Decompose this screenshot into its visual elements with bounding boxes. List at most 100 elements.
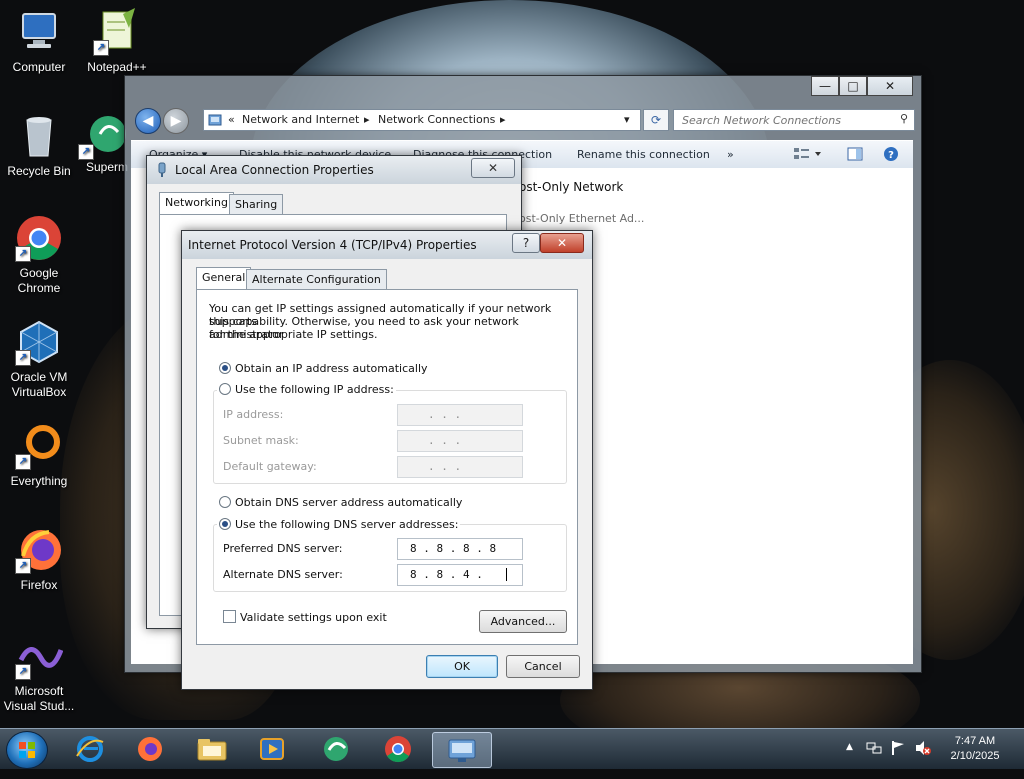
search-box: ⚲ [673, 109, 915, 131]
desktop-icon-firefox[interactable]: ↗ Firefox [0, 526, 78, 593]
forward-arrow-icon: ▶ [170, 113, 182, 129]
desktop-icon-label-line2: VirtualBox [11, 385, 67, 399]
chrome-icon [385, 736, 411, 763]
address-dropdown-icon[interactable]: ▾ [624, 113, 630, 126]
rename-connection-button[interactable]: Rename this connection [577, 148, 710, 161]
subnet-mask-label: Subnet mask: [223, 434, 299, 447]
desktop-icon-label: Microsoft [14, 684, 64, 698]
breadcrumb-network-and-internet[interactable]: Network and Internet [242, 113, 359, 126]
virtualbox-icon: ↗ [15, 318, 63, 366]
tray-volume-muted-icon[interactable] [914, 740, 932, 759]
tab-sharing[interactable]: Sharing [229, 194, 284, 215]
desktop-icon-recycle-bin[interactable]: Recycle Bin [0, 112, 78, 179]
folder-icon [197, 739, 227, 761]
taskbar-network-connections[interactable] [432, 732, 492, 768]
desktop-icon-computer[interactable]: Computer [0, 8, 78, 75]
address-bar[interactable]: « Network and Internet ▸ Network Connect… [203, 109, 641, 131]
clock-time: 7:47 AM [954, 735, 996, 747]
use-following-dns-radio[interactable]: Use the following DNS server addresses: [217, 518, 461, 531]
desktop-icon-visual-studio[interactable]: ↗ Microsoft Visual Stud... [0, 632, 78, 714]
connection-item-adapter[interactable]: ost-Only Ethernet Ad... [519, 212, 644, 225]
show-hidden-icons-button[interactable]: ▲ [846, 742, 853, 752]
breadcrumb-network-connections[interactable]: Network Connections [378, 113, 495, 126]
intro-text-line-3: for the appropriate IP settings. [209, 328, 378, 341]
radio-unselected-icon [219, 496, 231, 508]
desktop-icon-notepadpp[interactable]: ↗ Notepad++ [78, 8, 156, 75]
clock-date: 2/10/2025 [950, 750, 1000, 762]
use-following-ip-radio[interactable]: Use the following IP address: [217, 383, 396, 396]
desktop-icon-label: Google [19, 266, 59, 280]
breadcrumb-overflow[interactable]: « [228, 113, 235, 126]
alternate-dns-field[interactable]: 8 . 8 . 4 . [397, 564, 523, 586]
desktop-icon-label: Firefox [20, 578, 58, 592]
desktop-icon-label-line2: Chrome [17, 281, 61, 295]
search-input[interactable] [680, 110, 889, 130]
subnet-mask-field[interactable]: . . . [397, 430, 523, 452]
minimize-button[interactable]: — [811, 76, 839, 96]
desktop-icon-label: Notepad++ [87, 60, 147, 74]
tab-alternate-configuration[interactable]: Alternate Configuration [246, 269, 387, 290]
desktop-icon-everything[interactable]: ↗ Everything [0, 422, 78, 489]
refresh-icon: ⟳ [650, 113, 662, 127]
help-icon[interactable]: ? [883, 146, 899, 165]
back-button[interactable]: ◀ [135, 108, 161, 134]
cancel-button[interactable]: Cancel [506, 655, 580, 678]
tray-network-icon[interactable] [866, 740, 882, 759]
chrome-icon: ↗ [15, 214, 63, 262]
preview-pane-icon[interactable] [847, 146, 863, 165]
desktop-icon-virtualbox[interactable]: ↗ Oracle VM VirtualBox [0, 318, 78, 400]
maximize-button[interactable]: □ [839, 76, 867, 96]
preferred-dns-label: Preferred DNS server: [223, 542, 343, 555]
network-adapter-icon [155, 162, 169, 181]
shortcut-arrow-icon: ↗ [15, 454, 31, 470]
desktop-icon-label: Everything [10, 474, 68, 488]
tray-action-center-flag-icon[interactable] [890, 740, 906, 759]
more-commands-button[interactable]: » [727, 148, 734, 161]
obtain-dns-auto-radio[interactable]: Obtain DNS server address automatically [219, 496, 462, 509]
taskbar-superm[interactable] [316, 732, 356, 766]
desktop-icon-label-line2: Visual Stud... [3, 699, 75, 713]
connection-item-name[interactable]: ost-Only Network [519, 180, 623, 194]
ip-address-label: IP address: [223, 408, 284, 421]
default-gateway-field[interactable]: . . . [397, 456, 523, 478]
forward-button[interactable]: ▶ [163, 108, 189, 134]
taskbar-media-player[interactable] [252, 732, 292, 766]
checkbox-unchecked-icon [223, 610, 236, 623]
advanced-button[interactable]: Advanced... [479, 610, 567, 633]
refresh-button[interactable]: ⟳ [643, 109, 669, 131]
taskbar-internet-explorer[interactable] [70, 732, 110, 766]
start-button[interactable] [6, 731, 48, 769]
ipv4-properties-dialog: Internet Protocol Version 4 (TCP/IPv4) P… [181, 230, 593, 690]
obtain-ip-auto-radio[interactable]: Obtain an IP address automatically [219, 362, 428, 375]
tab-networking[interactable]: Networking [159, 192, 234, 215]
preferred-dns-field[interactable]: 8 . 8 . 8 . 8 [397, 538, 523, 560]
navigation-bar: ◀ ▶ « Network and Internet ▸ Network Con… [131, 106, 915, 134]
taskbar-firefox[interactable] [130, 732, 170, 766]
dialog-title: Local Area Connection Properties [175, 163, 374, 177]
system-clock[interactable]: 7:47 AM 2/10/2025 [940, 734, 1010, 764]
validate-settings-checkbox[interactable]: Validate settings upon exit [223, 610, 387, 624]
breadcrumb-separator[interactable]: ▸ [364, 113, 370, 126]
ip-address-field[interactable]: . . . [397, 404, 523, 426]
desktop-icon-google-chrome[interactable]: ↗ Google Chrome [0, 214, 78, 296]
taskbar-chrome[interactable] [378, 732, 418, 766]
firefox-icon [138, 737, 162, 761]
obtain-ip-auto-label: Obtain an IP address automatically [235, 362, 428, 375]
text-cursor [506, 568, 507, 581]
breadcrumb-separator[interactable]: ▸ [500, 113, 506, 126]
ok-button[interactable]: OK [426, 655, 498, 678]
network-connections-icon [448, 739, 476, 762]
shortcut-arrow-icon: ↗ [93, 40, 109, 56]
view-options-icon[interactable] [793, 146, 823, 165]
taskbar-file-explorer[interactable] [192, 732, 232, 766]
tab-general[interactable]: General [196, 267, 252, 290]
use-following-ip-label: Use the following IP address: [235, 383, 394, 396]
close-button[interactable]: ✕ [867, 76, 913, 96]
help-button[interactable]: ? [512, 233, 540, 253]
close-button[interactable]: ✕ [540, 233, 584, 253]
close-button[interactable]: ✕ [471, 158, 515, 178]
alternate-dns-label: Alternate DNS server: [223, 568, 343, 581]
search-icon[interactable]: ⚲ [900, 112, 908, 125]
back-arrow-icon: ◀ [142, 113, 154, 129]
radio-selected-icon [219, 518, 231, 530]
